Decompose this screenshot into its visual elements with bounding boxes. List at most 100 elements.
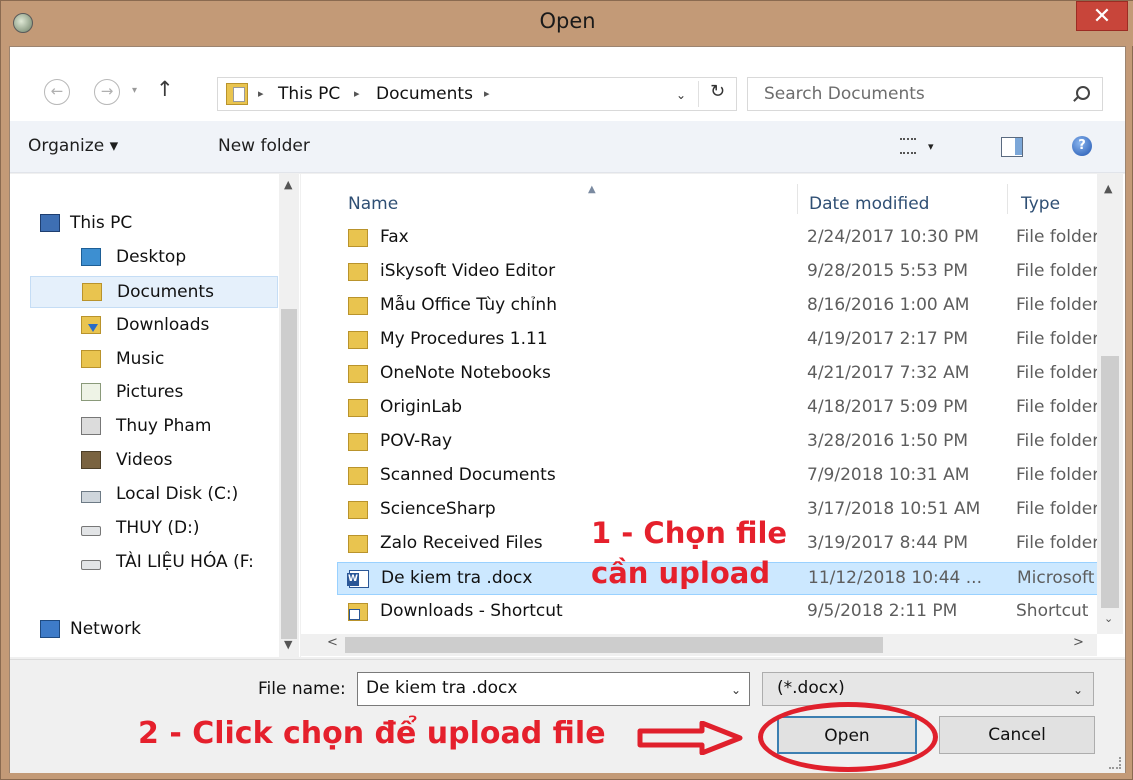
breadcrumb-this-pc[interactable]: This PC	[278, 84, 340, 104]
user-icon	[81, 417, 101, 435]
file-type: File folder	[1016, 465, 1100, 485]
chevron-down-icon[interactable]: ⌄	[731, 683, 741, 697]
arrow-right-icon	[637, 721, 743, 755]
file-type: File folder	[1016, 363, 1100, 383]
nav-item-thuy-drive[interactable]: THUY (D:)	[30, 513, 278, 545]
network-icon	[40, 620, 60, 638]
scroll-thumb[interactable]	[1101, 356, 1119, 608]
file-type: File folder	[1016, 295, 1100, 315]
file-row[interactable]: OriginLab 4/18/2017 5:09 PM File folder	[337, 392, 1105, 425]
file-date: 11/12/2018 10:44 ...	[808, 568, 982, 588]
scroll-down-arrow[interactable]: ▼	[284, 638, 292, 651]
nav-item-this-pc[interactable]: This PC	[30, 208, 278, 240]
help-icon[interactable]: ?	[1072, 136, 1092, 156]
nav-item-label: Local Disk (C:)	[116, 484, 239, 504]
file-row[interactable]: Fax 2/24/2017 10:30 PM File folder	[337, 222, 1105, 255]
file-name-input[interactable]: De kiem tra .docx	[366, 678, 517, 698]
address-bar[interactable]: ▸ This PC ▸ Documents ▸ ⌄ ↻	[217, 77, 737, 111]
desktop-icon	[81, 248, 101, 266]
folder-icon	[348, 433, 368, 451]
nav-item-tai-lieu-hoa-drive[interactable]: TÀI LIỆU HÓA (F:	[30, 547, 278, 579]
nav-item-music[interactable]: Music	[30, 344, 278, 376]
close-button[interactable]: ✕	[1076, 1, 1128, 31]
scroll-left-arrow[interactable]: <	[327, 635, 338, 650]
file-row[interactable]: Downloads - Shortcut 9/5/2018 2:11 PM Sh…	[337, 596, 1105, 629]
search-box[interactable]: Search Documents	[747, 77, 1103, 111]
file-row[interactable]: OneNote Notebooks 4/21/2017 7:32 AM File…	[337, 358, 1105, 391]
preview-pane-icon[interactable]	[1001, 137, 1023, 157]
file-type-select[interactable]: (*.docx) ⌄	[762, 672, 1094, 706]
scroll-up-arrow[interactable]: ▲	[284, 178, 292, 191]
downloads-icon	[81, 316, 101, 334]
breadcrumb-documents[interactable]: Documents	[376, 84, 473, 104]
search-icon[interactable]	[1076, 86, 1090, 100]
folder-icon	[348, 229, 368, 247]
file-row[interactable]: My Procedures 1.11 4/19/2017 2:17 PM Fil…	[337, 324, 1105, 357]
file-row[interactable]: iSkysoft Video Editor 9/28/2015 5:53 PM …	[337, 256, 1105, 289]
nav-item-thuy-pham[interactable]: Thuy Pham	[30, 411, 278, 443]
chevron-down-icon[interactable]: ⌄	[676, 88, 686, 102]
folder-icon	[348, 467, 368, 485]
drive-icon	[81, 560, 101, 570]
title-bar[interactable]: Open ✕	[1, 1, 1133, 46]
column-divider[interactable]	[1007, 184, 1008, 214]
breadcrumb-separator: ▸	[484, 87, 490, 100]
scroll-down-arrow[interactable]: ⌄	[1104, 612, 1113, 625]
column-divider[interactable]	[797, 184, 798, 214]
new-folder-button[interactable]: New folder	[218, 136, 310, 156]
nav-item-label: Network	[70, 619, 141, 639]
file-name-combobox[interactable]: De kiem tra .docx ⌄	[357, 672, 750, 706]
documents-icon	[82, 283, 102, 301]
computer-icon	[40, 214, 60, 232]
view-dropdown[interactable]: ▾	[928, 140, 934, 153]
nav-item-desktop[interactable]: Desktop	[30, 242, 278, 274]
scroll-thumb[interactable]	[345, 637, 883, 653]
file-name: OneNote Notebooks	[380, 363, 551, 383]
chevron-down-icon[interactable]: ⌄	[1073, 683, 1083, 697]
dialog-client: ← → ▾ ↑ ▸ This PC ▸ Documents ▸ ⌄ ↻ Sear…	[9, 46, 1126, 773]
file-name: Fax	[380, 227, 409, 247]
breadcrumb-separator: ▸	[354, 87, 360, 100]
scroll-thumb[interactable]	[281, 309, 297, 639]
refresh-button[interactable]: ↻	[698, 81, 736, 107]
file-list-vertical-scrollbar[interactable]: ▲ ⌄	[1097, 174, 1123, 634]
nav-item-downloads[interactable]: Downloads	[30, 310, 278, 342]
back-button[interactable]: ←	[44, 79, 70, 105]
file-row[interactable]: Scanned Documents 7/9/2018 10:31 AM File…	[337, 460, 1105, 493]
file-name: Mẫu Office Tùy chỉnh	[380, 295, 557, 315]
file-type: File folder	[1016, 227, 1100, 247]
resize-grip[interactable]	[1109, 757, 1121, 769]
dialog-title: Open	[539, 9, 596, 33]
forward-button[interactable]: →	[94, 79, 120, 105]
file-row[interactable]: POV-Ray 3/28/2016 1:50 PM File folder	[337, 426, 1105, 459]
organize-button[interactable]: Organize ▾	[28, 136, 118, 156]
nav-pane-scrollbar[interactable]: ▲ ▼	[279, 174, 299, 657]
file-date: 8/16/2016 1:00 AM	[807, 295, 970, 315]
up-button[interactable]: ↑	[156, 77, 174, 101]
nav-item-label: Videos	[116, 450, 173, 470]
nav-item-pictures[interactable]: Pictures	[30, 377, 278, 409]
open-button[interactable]: Open	[777, 716, 917, 754]
view-options-icon[interactable]	[900, 138, 916, 154]
file-date: 4/21/2017 7:32 AM	[807, 363, 970, 383]
column-header-label: Name	[348, 194, 399, 214]
annotation-step1-line1: 1 - Chọn file	[591, 516, 788, 550]
nav-item-documents[interactable]: Documents	[30, 276, 278, 308]
address-row: ← → ▾ ↑ ▸ This PC ▸ Documents ▸ ⌄ ↻ Sear…	[10, 47, 1125, 121]
local-disk-icon	[81, 491, 101, 503]
nav-item-videos[interactable]: Videos	[30, 445, 278, 477]
file-name: ScienceSharp	[380, 499, 496, 519]
scroll-up-arrow[interactable]: ▲	[1104, 182, 1112, 195]
search-input[interactable]: Search Documents	[764, 84, 925, 104]
pictures-icon	[81, 383, 101, 401]
nav-item-local-disk[interactable]: Local Disk (C:)	[30, 479, 278, 511]
file-list-horizontal-scrollbar[interactable]: < >	[301, 634, 1097, 656]
column-header-label: Date modified	[809, 194, 930, 214]
recent-locations-dropdown[interactable]: ▾	[132, 85, 137, 96]
file-name: Scanned Documents	[380, 465, 556, 485]
file-row[interactable]: Mẫu Office Tùy chỉnh 8/16/2016 1:00 AM F…	[337, 290, 1105, 323]
nav-item-network[interactable]: Network	[30, 614, 278, 646]
scroll-right-arrow[interactable]: >	[1073, 635, 1084, 650]
cancel-button[interactable]: Cancel	[939, 716, 1095, 754]
music-icon	[81, 350, 101, 368]
